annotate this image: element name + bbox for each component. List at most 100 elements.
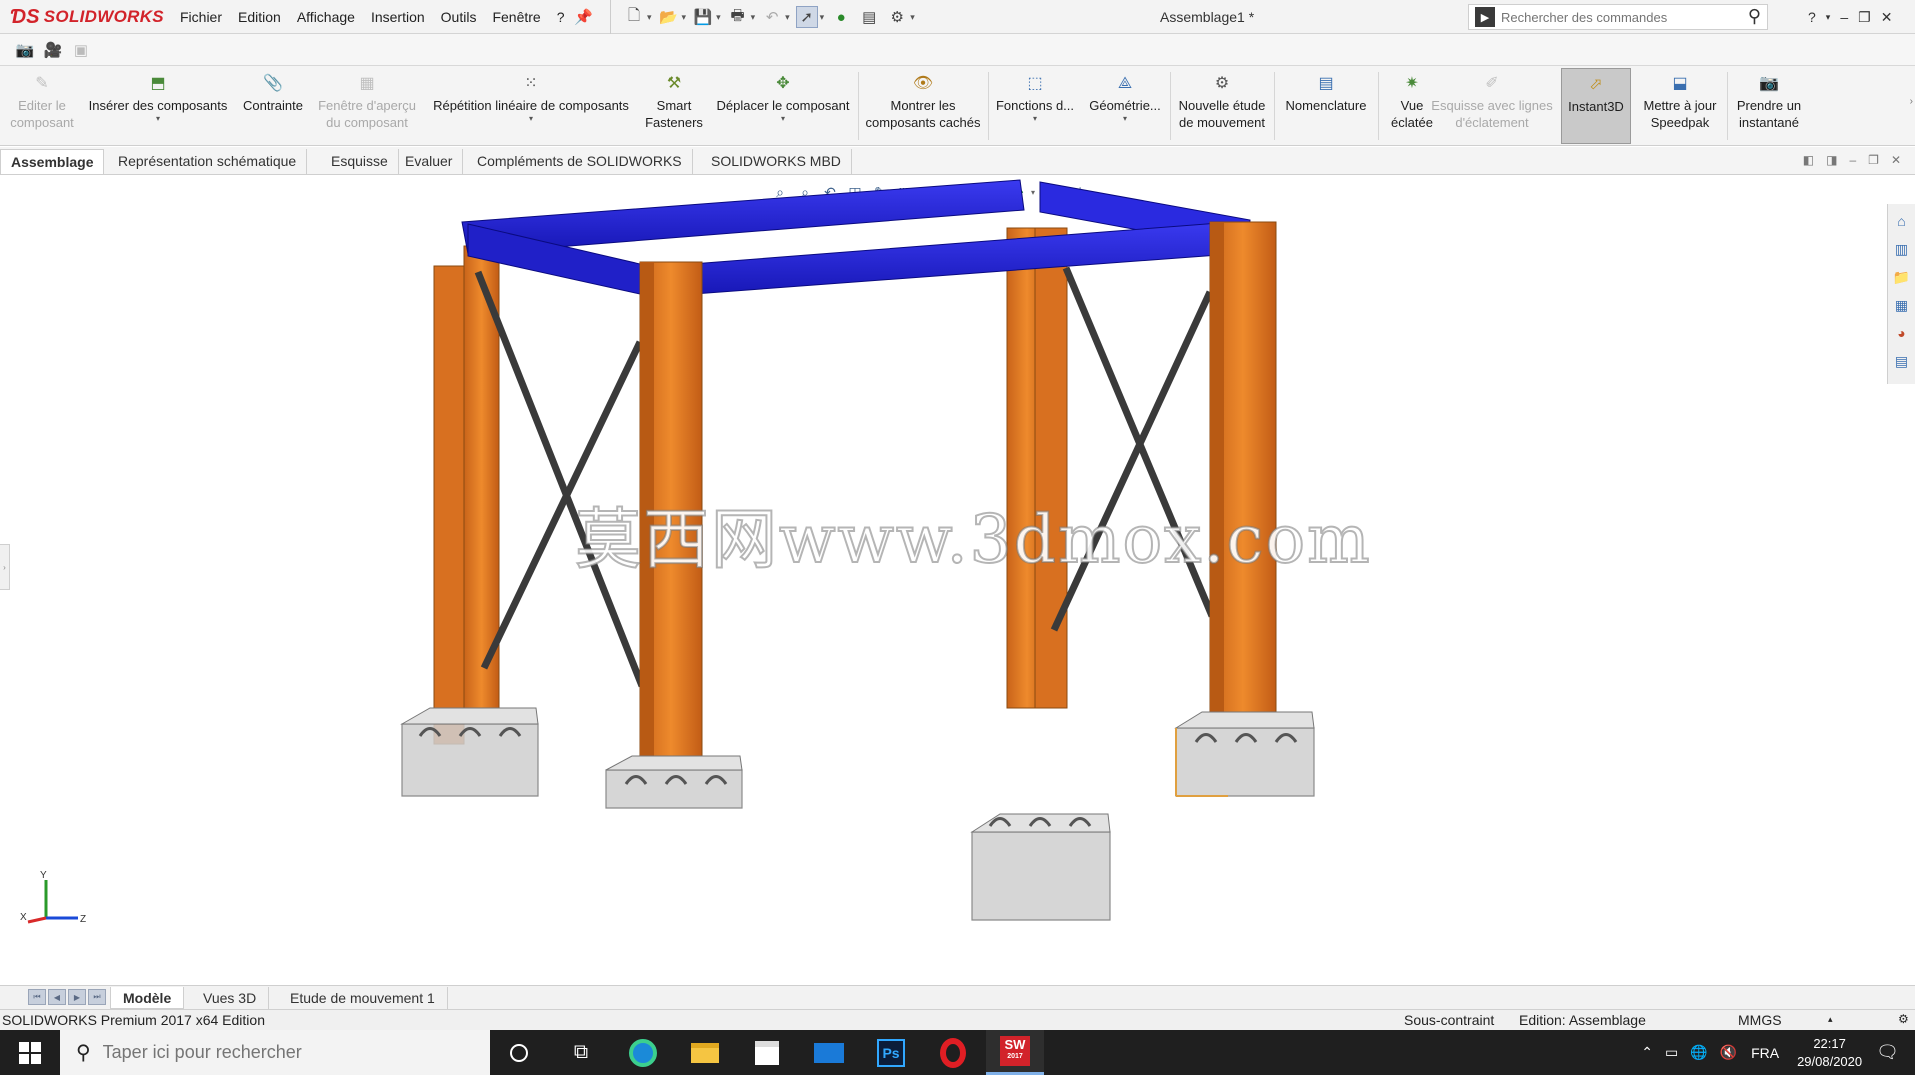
column-back-right[interactable]: [1006, 227, 1068, 709]
solidworks-app[interactable]: SW 2017: [986, 1030, 1044, 1075]
status-bar-toggle-icon[interactable]: ⚙: [1898, 1012, 1909, 1026]
file-explorer-app[interactable]: [676, 1030, 734, 1075]
mate-button[interactable]: 📎 Contrainte: [236, 68, 310, 144]
column-front-right[interactable]: [1209, 221, 1277, 727]
solidworks-logo[interactable]: ƊS SOLIDWORKS: [10, 4, 164, 30]
cortana-button[interactable]: [490, 1030, 548, 1075]
start-button[interactable]: [0, 1030, 60, 1075]
reference-geometry-button[interactable]: ⟁ Géométrie... ▾: [1082, 68, 1168, 144]
menu-fichier[interactable]: Fichier: [172, 0, 230, 34]
tile-left-icon[interactable]: ◧: [1803, 153, 1814, 167]
restore-icon[interactable]: ❐: [1858, 9, 1871, 26]
unit-system-caret-icon[interactable]: ▴: [1828, 1014, 1833, 1025]
insert-components-button[interactable]: ⬒ Insérer des composants ▾: [84, 68, 232, 144]
tab-complements[interactable]: Compléments de SOLIDWORKS: [467, 149, 693, 174]
tab-motion-study-1[interactable]: Etude de mouvement 1: [278, 987, 448, 1009]
tab-solidworks-mbd[interactable]: SOLIDWORKS MBD: [701, 149, 852, 174]
save-caret-icon[interactable]: ▾: [716, 12, 721, 23]
footing-back-right[interactable]: [970, 813, 1111, 921]
unit-system[interactable]: MMGS: [1738, 1012, 1782, 1028]
assembly-features-button[interactable]: ⬚ Fonctions d... ▾: [992, 68, 1078, 144]
battery-icon[interactable]: ▭: [1665, 1044, 1678, 1061]
instant3d-button[interactable]: ⬀ Instant3D: [1561, 68, 1631, 144]
screen-capture-icon[interactable]: ▣: [70, 39, 92, 61]
print-caret-icon[interactable]: ▾: [751, 12, 756, 23]
search-icon[interactable]: ⚲: [1748, 6, 1761, 27]
help-icon[interactable]: ?: [1808, 9, 1816, 25]
assembly-features-caret-icon[interactable]: ▾: [1033, 114, 1037, 124]
pin-menu-icon[interactable]: 📌: [573, 6, 595, 28]
tab-assemblage[interactable]: Assemblage: [0, 149, 105, 174]
footing-front-right[interactable]: [1174, 711, 1315, 797]
show-hidden-components-button[interactable]: 👁 Montrer les composants cachés: [862, 68, 984, 144]
notifications-icon[interactable]: 🗨: [1876, 1042, 1899, 1063]
store-app[interactable]: [738, 1030, 796, 1075]
ribbon-collapse-icon[interactable]: ›: [1910, 96, 1913, 107]
undo-icon[interactable]: ↶: [761, 6, 783, 28]
tile-right-icon[interactable]: ◨: [1826, 153, 1837, 167]
top-beam-frame[interactable]: [461, 179, 1251, 299]
open-folder-icon[interactable]: 📂: [658, 6, 680, 28]
menu-edition[interactable]: Edition: [230, 0, 289, 34]
insert-components-caret-icon[interactable]: ▾: [156, 114, 160, 124]
new-motion-study-button[interactable]: ⚙ Nouvelle étude de mouvement: [1172, 68, 1272, 144]
network-globe-icon[interactable]: 🌐: [1690, 1044, 1707, 1061]
save-icon[interactable]: 💾: [692, 6, 714, 28]
linear-pattern-button[interactable]: ⁙ Répétition linéaire de composants ▾: [424, 68, 638, 144]
photoshop-app[interactable]: Ps: [862, 1030, 920, 1075]
record-video-icon[interactable]: 🎥: [42, 39, 64, 61]
input-language[interactable]: FRA: [1751, 1045, 1779, 1061]
volume-muted-icon[interactable]: 🔇: [1720, 1044, 1737, 1061]
options-gear-icon[interactable]: ⚙: [886, 6, 908, 28]
command-search-icon[interactable]: ▶: [1475, 7, 1495, 27]
select-caret-icon[interactable]: ▾: [820, 12, 825, 23]
close-icon[interactable]: ✕: [1881, 9, 1893, 26]
task-view-button[interactable]: ⧉: [552, 1030, 610, 1075]
options-caret-icon[interactable]: ▾: [910, 12, 915, 23]
tab-evaluer[interactable]: Evaluer: [395, 149, 464, 174]
undo-caret-icon[interactable]: ▾: [785, 12, 790, 23]
footing-front-left[interactable]: [605, 755, 743, 809]
edit-component-button[interactable]: ✎ Editer le composant: [4, 68, 80, 144]
menu-fenetre[interactable]: Fenêtre: [484, 0, 548, 34]
opera-app[interactable]: [924, 1030, 982, 1075]
clock[interactable]: 22:17 29/08/2020: [1797, 1035, 1862, 1071]
edge-app[interactable]: [614, 1030, 672, 1075]
update-speedpak-button[interactable]: ⬓ Mettre à jour Speedpak: [1636, 68, 1724, 144]
tab-modele[interactable]: Modèle: [110, 987, 185, 1009]
take-snapshot-button[interactable]: 📷 Prendre un instantané: [1729, 68, 1809, 144]
minimize-icon[interactable]: –: [1840, 9, 1848, 25]
linear-pattern-caret-icon[interactable]: ▾: [529, 114, 533, 124]
bill-of-materials-button[interactable]: ▤ Nomenclature: [1276, 68, 1376, 144]
last-tab-icon[interactable]: ⏭: [88, 989, 106, 1005]
move-component-caret-icon[interactable]: ▾: [781, 114, 785, 124]
mail-app[interactable]: [800, 1030, 858, 1075]
column-back-left[interactable]: [433, 245, 500, 745]
doc-restore-icon[interactable]: ❐: [1868, 153, 1879, 167]
camera-icon[interactable]: 📷: [14, 39, 36, 61]
menu-affichage[interactable]: Affichage: [289, 0, 363, 34]
new-caret-icon[interactable]: ▾: [647, 12, 652, 23]
new-document-icon[interactable]: 🗋: [623, 6, 645, 28]
next-tab-icon[interactable]: ▶: [68, 989, 86, 1005]
tab-esquisse[interactable]: Esquisse: [321, 149, 399, 174]
doc-close-icon[interactable]: ✕: [1891, 153, 1901, 167]
component-preview-button[interactable]: ▦ Fenêtre d'aperçu du composant: [314, 68, 420, 144]
taskbar-search-input[interactable]: [102, 1042, 463, 1063]
menu-outils[interactable]: Outils: [433, 0, 485, 34]
open-caret-icon[interactable]: ▾: [682, 12, 687, 23]
menu-insertion[interactable]: Insertion: [363, 0, 433, 34]
first-tab-icon[interactable]: ⏮: [28, 989, 46, 1005]
help-caret-icon[interactable]: ▾: [1826, 12, 1831, 23]
tab-representation-schematique[interactable]: Représentation schématique: [108, 149, 308, 174]
reference-geometry-caret-icon[interactable]: ▾: [1123, 114, 1127, 124]
command-search-input[interactable]: [1501, 9, 1741, 25]
menu-help[interactable]: ?: [549, 0, 573, 34]
show-hidden-icons-icon[interactable]: ⌃: [1641, 1044, 1653, 1061]
move-component-button[interactable]: ✥ Déplacer le composant ▾: [710, 68, 856, 144]
explode-line-sketch-button[interactable]: ✐ Esquisse avec lignes d'éclatement: [1428, 68, 1556, 144]
traffic-light-icon[interactable]: ●: [830, 6, 852, 28]
footing-back-left[interactable]: [400, 707, 539, 797]
doc-minimize-icon[interactable]: –: [1849, 153, 1856, 167]
file-properties-icon[interactable]: ▤: [858, 6, 880, 28]
